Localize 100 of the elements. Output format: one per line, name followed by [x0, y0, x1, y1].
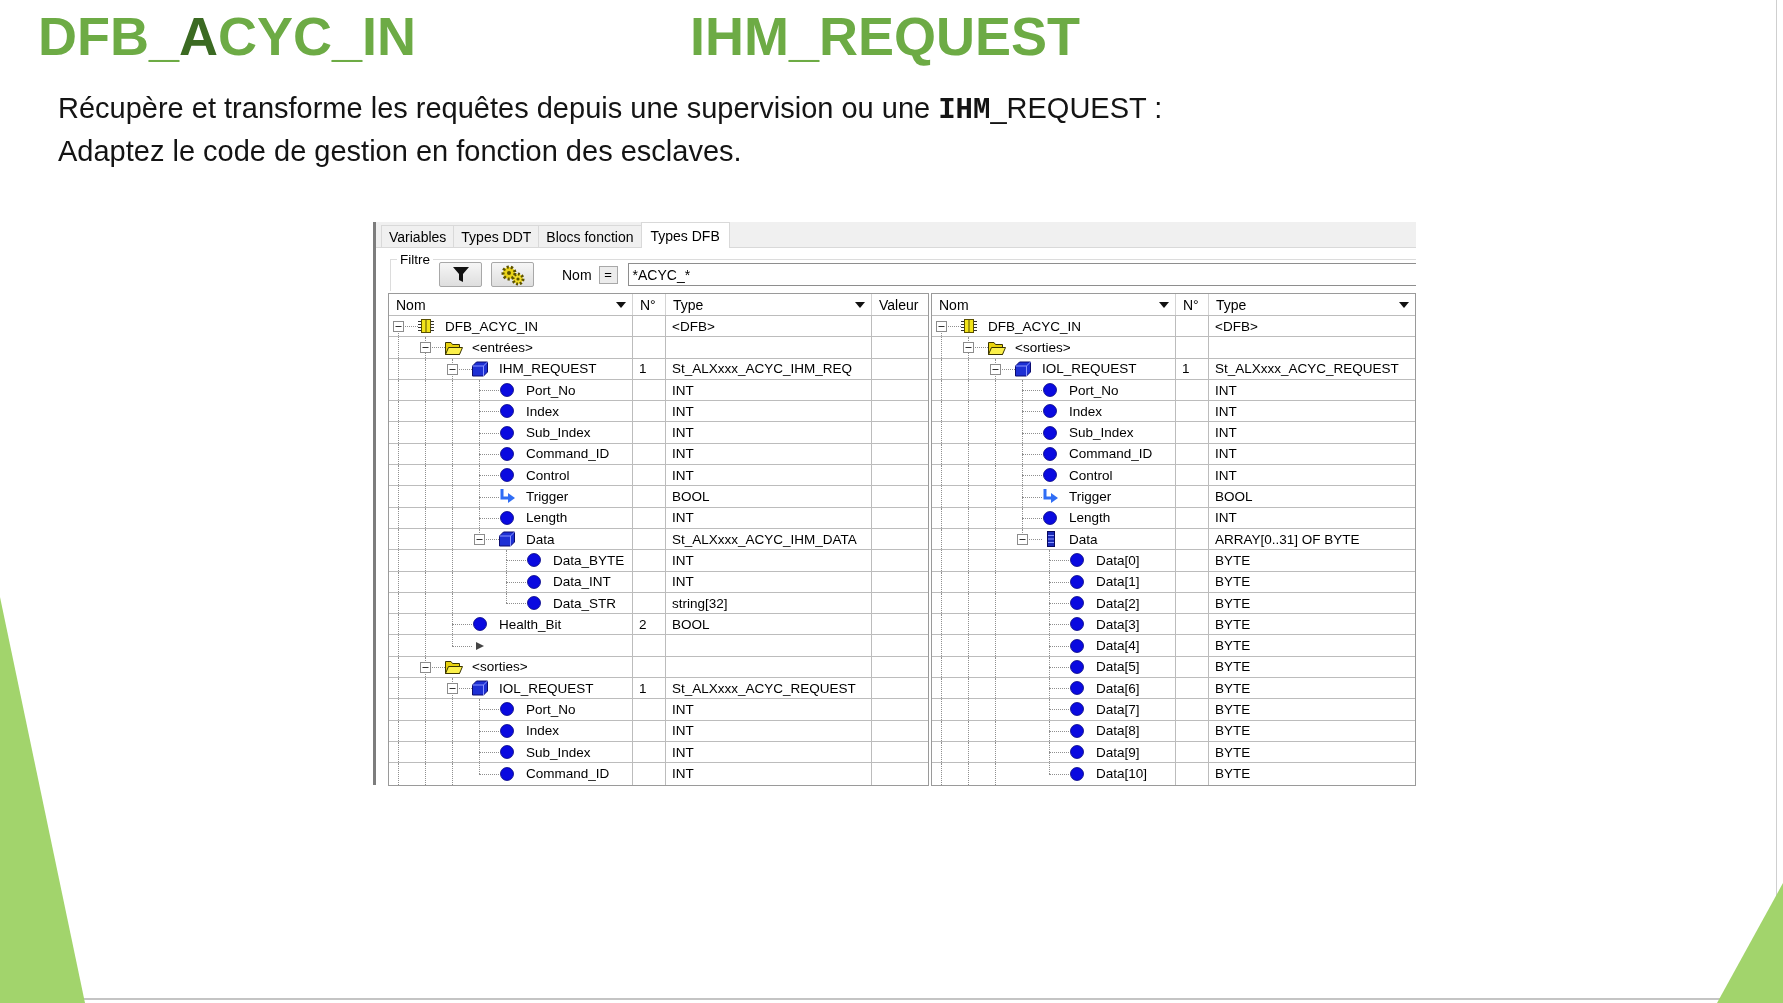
- tree-item-label[interactable]: Data: [1069, 531, 1098, 547]
- minus-box-icon[interactable]: [936, 321, 947, 333]
- sphere-icon: [1070, 553, 1084, 568]
- sphere-icon: [1043, 404, 1057, 419]
- sphere-icon: [500, 383, 514, 398]
- tree-item-label[interactable]: Index: [526, 723, 560, 739]
- minus-box-icon[interactable]: [447, 363, 458, 375]
- tree-item-label[interactable]: Port_No: [1069, 382, 1119, 398]
- tree-item-label[interactable]: DFB_ACYC_IN: [445, 318, 539, 334]
- table-cell: INT: [666, 550, 872, 571]
- sphere-icon: [1070, 766, 1084, 781]
- column-header[interactable]: Valeur: [872, 294, 928, 315]
- tree-item-label[interactable]: Data[0]: [1096, 552, 1140, 568]
- tree-item-label[interactable]: Trigger: [1069, 489, 1112, 504]
- sphere-icon: [1070, 702, 1084, 717]
- tree-item-label[interactable]: Health_Bit: [499, 616, 562, 632]
- tree-item-label[interactable]: Data[4]: [1096, 638, 1140, 654]
- table-cell: INT: [666, 379, 872, 401]
- dropdown-caret-icon[interactable]: [1159, 301, 1169, 308]
- tree-item-label[interactable]: Data: [526, 531, 555, 547]
- tree-item-label[interactable]: Command_ID: [526, 446, 610, 462]
- dropdown-caret-icon[interactable]: [616, 301, 626, 308]
- sphere-icon: [1070, 638, 1084, 653]
- tree-item-label[interactable]: Data_INT: [553, 574, 611, 590]
- tree-item-label[interactable]: IOL_REQUEST: [499, 680, 594, 696]
- tree-item-label[interactable]: Data[2]: [1096, 595, 1140, 611]
- minus-box-icon[interactable]: [447, 683, 458, 695]
- table-cell-text: INT: [1214, 381, 1238, 400]
- sphere-icon: [1043, 383, 1057, 398]
- sphere-icon: [1043, 468, 1057, 483]
- table-cell-text: BYTE: [1214, 615, 1252, 634]
- tree-item-label[interactable]: Index: [1069, 403, 1103, 419]
- tree-item-label[interactable]: Command_ID: [1069, 446, 1153, 462]
- cube-icon: [499, 531, 515, 548]
- filter-button[interactable]: [439, 262, 482, 287]
- tree-item-label[interactable]: Data_BYTE: [553, 552, 625, 568]
- minus-box-icon[interactable]: [420, 342, 431, 354]
- dropdown-caret-icon[interactable]: [855, 301, 865, 308]
- tree-item-label[interactable]: Sub_Index: [526, 744, 591, 760]
- tree-item-label[interactable]: Sub_Index: [526, 425, 591, 441]
- minus-box-icon[interactable]: [963, 342, 974, 354]
- sphere-icon: [527, 596, 541, 610]
- tree-item-label[interactable]: Data[7]: [1096, 702, 1140, 717]
- tree-item-label[interactable]: IHM_REQUEST: [499, 361, 597, 377]
- filter-field[interactable]: *ACYC_*: [627, 263, 1416, 286]
- tree-item-label[interactable]: Data[5]: [1096, 659, 1140, 675]
- minus-box-icon[interactable]: [420, 661, 431, 673]
- operator-button[interactable]: =: [598, 265, 618, 284]
- column-header[interactable]: N°: [633, 294, 666, 315]
- table-cell-text: BYTE: [1214, 743, 1252, 762]
- tree-item-label[interactable]: Data[6]: [1096, 680, 1140, 696]
- tree-item-label[interactable]: Index: [526, 403, 560, 419]
- tree-item-label[interactable]: <sorties>: [472, 659, 528, 675]
- bar-icon: [1047, 531, 1055, 548]
- sphere-icon: [527, 574, 541, 589]
- table-cell-text: <DFB>: [1214, 317, 1259, 336]
- tree-item-label[interactable]: Data[1]: [1096, 574, 1140, 590]
- tab[interactable]: Variables: [381, 225, 455, 247]
- column-header[interactable]: Type: [1209, 294, 1415, 315]
- tree-item-label[interactable]: Data[3]: [1096, 616, 1140, 632]
- dropdown-caret-icon[interactable]: [1399, 301, 1409, 308]
- minus-box-icon[interactable]: [990, 363, 1001, 375]
- tree-item-label[interactable]: Length: [1069, 510, 1111, 526]
- slide-title: IHM_REQUEST: [690, 5, 1081, 68]
- table-cell-text: BYTE: [1214, 679, 1252, 698]
- tree-item-label[interactable]: Trigger: [526, 489, 569, 504]
- tree-item-label[interactable]: Control: [526, 467, 570, 483]
- tree-item-label[interactable]: Data[8]: [1096, 723, 1140, 739]
- table-cell-text: BYTE: [1214, 594, 1252, 613]
- table-cell: INT: [666, 422, 872, 443]
- column-header[interactable]: Nom: [932, 294, 1176, 315]
- gears-button[interactable]: [491, 262, 534, 287]
- minus-box-icon[interactable]: [393, 321, 404, 333]
- minus-box-icon[interactable]: [1017, 534, 1028, 546]
- column-header[interactable]: Type: [666, 294, 872, 315]
- tree-item-label[interactable]: Length: [526, 510, 568, 526]
- tree-item-label[interactable]: <entrées>: [472, 339, 533, 355]
- table-cell: INT: [666, 571, 872, 592]
- tab[interactable]: Types DDT: [453, 225, 540, 247]
- tree-item-label[interactable]: Sub_Index: [1069, 425, 1134, 441]
- table-cell: INT: [666, 720, 872, 741]
- tree-item-label[interactable]: IOL_REQUEST: [1042, 361, 1137, 377]
- tree-item-label[interactable]: Data_STR: [553, 595, 617, 611]
- column-header[interactable]: Nom: [389, 294, 633, 315]
- table-cell-text: BYTE: [1214, 658, 1252, 677]
- tree-item-label[interactable]: Control: [1069, 467, 1113, 483]
- tree-item-label[interactable]: Port_No: [526, 382, 576, 398]
- tree-item-label[interactable]: Port_No: [526, 702, 576, 717]
- tree-item-label[interactable]: <sorties>: [1015, 339, 1071, 355]
- sphere-icon: [1043, 446, 1057, 461]
- tab[interactable]: Types DFB: [640, 222, 730, 248]
- tree-item-label[interactable]: Data[9]: [1096, 744, 1140, 760]
- tree-item-label[interactable]: Command_ID: [526, 766, 610, 782]
- tree-item-label[interactable]: Data[10]: [1096, 766, 1148, 782]
- table-cell: INT: [666, 465, 872, 486]
- minus-box-icon[interactable]: [474, 534, 485, 546]
- sphere-icon: [1043, 510, 1057, 525]
- tree-item-label[interactable]: DFB_ACYC_IN: [988, 318, 1082, 334]
- column-header[interactable]: N°: [1176, 294, 1209, 315]
- intro-text: Récupère et transforme les requêtes depuis une supervision ou une IHM_REQUEST :: [57, 91, 1163, 129]
